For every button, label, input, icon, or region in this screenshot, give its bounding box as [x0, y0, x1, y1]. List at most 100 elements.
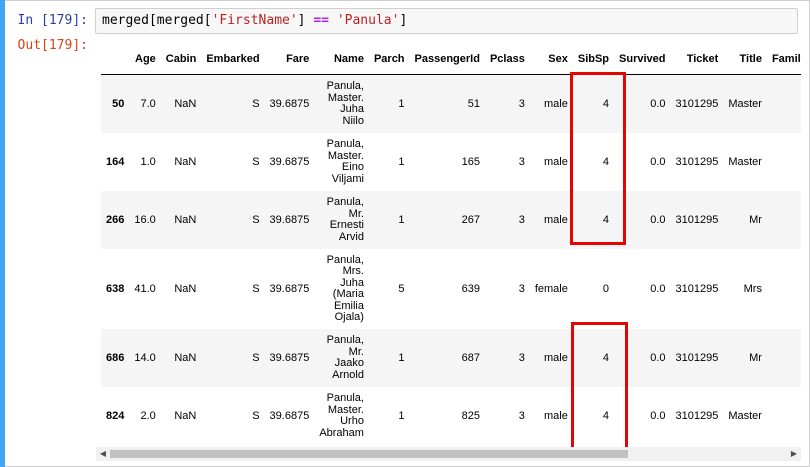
- cell-passengerid: 51: [467, 98, 480, 110]
- table-row: 164 1.0 NaN S 39.6875 Panula, Master. Ei…: [101, 133, 801, 191]
- cell-survived: 0.0: [650, 283, 666, 295]
- cell-parch: 1: [398, 156, 405, 168]
- cell-fare: 39.6875: [269, 283, 310, 295]
- cell-embarked: S: [252, 98, 260, 110]
- cell-family: [767, 75, 801, 134]
- col-passengerid: PassengerId: [409, 44, 485, 75]
- cell-name: Panula, Mrs. Juha (Maria Emilia Ojala): [326, 253, 364, 323]
- col-title: Title: [723, 44, 767, 75]
- cell-parch: 1: [398, 410, 405, 422]
- table-row: 638 41.0 NaN S 39.6875 Panula, Mrs. Juha…: [101, 249, 801, 329]
- code-string-firstname: 'FirstName': [211, 13, 298, 28]
- cell-fare: 39.6875: [269, 352, 310, 364]
- cell-name: Panula, Mr. Jaako Arnold: [326, 334, 364, 381]
- cell-age: 16.0: [134, 214, 156, 226]
- input-prompt: In [179]:: [17, 13, 88, 28]
- cell-age: 2.0: [140, 410, 156, 422]
- index-header: [101, 44, 130, 75]
- cell-embarked: S: [252, 156, 260, 168]
- cell-passengerid: 639: [461, 283, 480, 295]
- col-age: Age: [129, 44, 161, 75]
- cell-parch: 1: [398, 98, 405, 110]
- cell-sex: male: [544, 410, 568, 422]
- cell-name: Panula, Master. Eino Viljami: [326, 138, 364, 185]
- cell-title: Mr: [749, 352, 762, 364]
- dataframe-output[interactable]: Age Cabin Embarked Fare Name Parch Passe…: [101, 44, 801, 446]
- cell-sex: male: [544, 98, 568, 110]
- header-row: Age Cabin Embarked Fare Name Parch Passe…: [101, 44, 801, 75]
- col-cabin: Cabin: [160, 44, 202, 75]
- cell-cabin: NaN: [174, 156, 197, 168]
- cell-age: 14.0: [134, 352, 156, 364]
- col-sibsp: SibSp: [572, 44, 615, 75]
- cell-cabin: NaN: [174, 410, 197, 422]
- cell-sibsp: 0: [602, 283, 610, 295]
- cell-sex: male: [544, 214, 568, 226]
- cell-passengerid: 825: [461, 410, 480, 422]
- code-text: merged[merged[: [102, 13, 212, 28]
- scrollbar-thumb[interactable]: [110, 450, 628, 458]
- col-pclass: Pclass: [484, 44, 530, 75]
- cell-name: Panula, Mr. Ernesti Arvid: [326, 196, 364, 243]
- cell-age: 7.0: [140, 98, 156, 110]
- cell-passengerid: 687: [461, 352, 480, 364]
- table-row: 686 14.0 NaN S 39.6875 Panula, Mr. Jaako…: [101, 329, 801, 387]
- cell-fare: 39.6875: [269, 410, 310, 422]
- cell-ticket: 3101295: [675, 214, 719, 226]
- cell-ticket: 3101295: [675, 156, 719, 168]
- cell-parch: 5: [398, 283, 405, 295]
- cell-age: 1.0: [140, 156, 156, 168]
- code-input[interactable]: merged[merged['FirstName'] == 'Panula']: [95, 8, 798, 34]
- cell-family: [767, 249, 801, 329]
- col-embarked: Embarked: [201, 44, 265, 75]
- cell-embarked: S: [252, 352, 260, 364]
- row-index: 164: [106, 156, 125, 168]
- code-text: ]: [399, 13, 408, 28]
- highlight-box-bottom: [571, 322, 628, 450]
- col-fare: Fare: [264, 44, 315, 75]
- cell-title: Master: [728, 98, 762, 110]
- cell-ticket: 3101295: [675, 283, 719, 295]
- cell-name: Panula, Master. Juha Niilo: [326, 80, 364, 127]
- triangle-right-icon[interactable]: ▶: [787, 447, 801, 461]
- cell-embarked: S: [252, 283, 260, 295]
- cell-pclass: 3: [518, 410, 525, 422]
- cell-pclass: 3: [518, 352, 525, 364]
- cell-sex: male: [544, 352, 568, 364]
- cell-title: Mr: [749, 214, 762, 226]
- cell-title: Mrs: [743, 283, 762, 295]
- highlight-box-top: [570, 72, 626, 245]
- cell-cabin: NaN: [174, 283, 197, 295]
- cell-pclass: 3: [518, 98, 525, 110]
- table-row: 50 7.0 NaN S 39.6875 Panula, Master. Juh…: [101, 74, 801, 134]
- cell-sex: female: [534, 283, 568, 295]
- cell-pclass: 3: [518, 156, 525, 168]
- cell-selection-bar: [0, 0, 5, 467]
- cell-ticket: 3101295: [675, 98, 719, 110]
- cell-embarked: S: [252, 410, 260, 422]
- cell-family: [767, 191, 801, 249]
- cell-passengerid: 165: [461, 156, 480, 168]
- output-prompt: Out[179]:: [17, 38, 88, 53]
- cell-family: [767, 133, 801, 191]
- col-name: Name: [314, 44, 369, 75]
- cell-sex: male: [544, 156, 568, 168]
- row-index: 266: [106, 214, 125, 226]
- triangle-left-icon[interactable]: ◀: [96, 447, 110, 461]
- cell-title: Master: [728, 410, 762, 422]
- cell-parch: 1: [398, 214, 405, 226]
- row-index: 638: [106, 283, 125, 295]
- cell-family: [767, 329, 801, 387]
- cell-cabin: NaN: [174, 98, 197, 110]
- col-survived: Survived: [614, 44, 671, 75]
- cell-passengerid: 267: [461, 214, 480, 226]
- cell-name: Panula, Master. Urho Abraham: [319, 392, 364, 439]
- cell-family: [767, 387, 801, 445]
- cell-parch: 1: [398, 352, 405, 364]
- cell-cabin: NaN: [174, 352, 197, 364]
- cell-ticket: 3101295: [675, 352, 719, 364]
- row-index: 50: [112, 98, 125, 110]
- col-sex: Sex: [529, 44, 573, 75]
- horizontal-scrollbar[interactable]: ◀ ▶: [96, 447, 801, 461]
- row-index: 824: [106, 410, 125, 422]
